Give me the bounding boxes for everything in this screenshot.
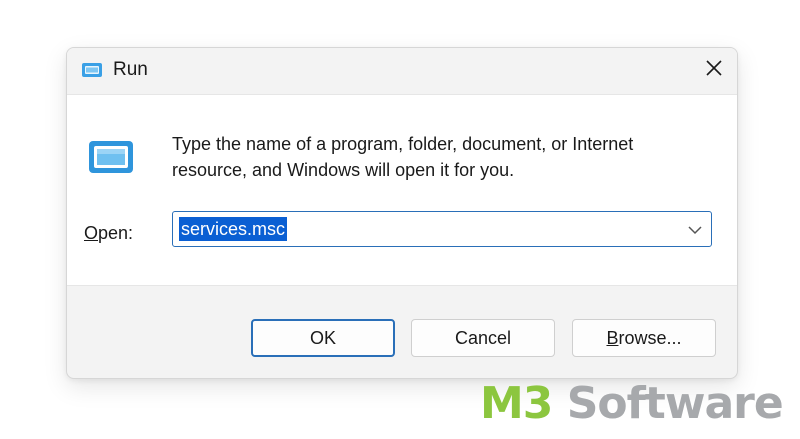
open-combobox[interactable]: services.msc [172, 211, 712, 247]
dialog-description: Type the name of a program, folder, docu… [172, 131, 712, 183]
browse-label: rowse... [618, 327, 682, 348]
chevron-down-icon[interactable] [687, 222, 703, 238]
watermark-logo: M3 Software [480, 378, 784, 430]
watermark-m3: M3 [480, 378, 553, 429]
run-app-icon [82, 63, 102, 77]
cancel-button[interactable]: Cancel [411, 319, 555, 357]
description-line-2: resource, and Windows will open it for y… [172, 160, 515, 180]
window-title: Run [113, 59, 148, 80]
run-dialog: Run Type the name of a program, folder, … [66, 47, 738, 379]
open-input-value[interactable]: services.msc [179, 217, 288, 241]
description-line-1: Type the name of a program, folder, docu… [172, 134, 634, 154]
screenshot-stage: Run Type the name of a program, folder, … [0, 0, 800, 439]
open-label-text: pen: [98, 223, 134, 243]
browse-accelerator: B [606, 327, 619, 348]
watermark-software: Software [552, 378, 784, 429]
close-button[interactable] [691, 48, 737, 88]
run-icon [89, 141, 133, 173]
close-icon [706, 60, 722, 76]
browse-button[interactable]: Browse... [572, 319, 716, 357]
dialog-content: Type the name of a program, folder, docu… [67, 94, 737, 286]
ok-button[interactable]: OK [251, 319, 395, 357]
title-bar[interactable]: Run [67, 48, 737, 94]
open-label: Open: [84, 220, 133, 246]
open-label-accelerator: O [84, 223, 99, 243]
